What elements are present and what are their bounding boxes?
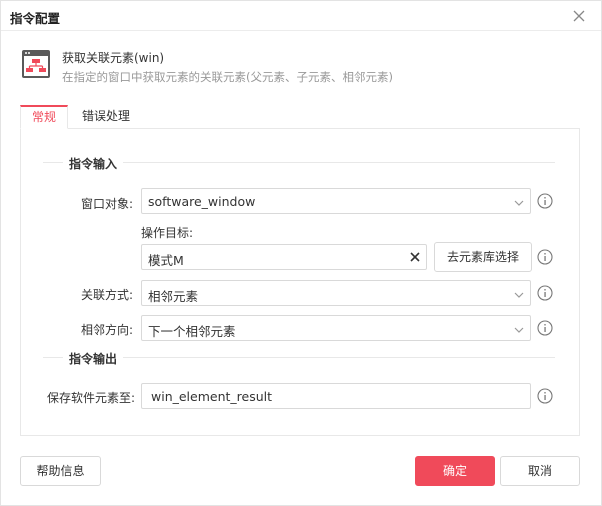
info-icon[interactable] [537,285,553,301]
instruction-config-dialog: 指令配置 获取关联元素(win) 在指定的窗口中获取元素的关联元素(父元素、子元… [0,0,602,506]
element-tree-icon [21,49,51,79]
save-to-input[interactable]: win_element_result [141,383,531,409]
section-title-output: 指令输出 [63,350,124,367]
relation-mode-value: 相邻元素 [148,289,199,304]
save-to-label: 保存软件元素至: [46,391,135,405]
tab-error-handling[interactable]: 错误处理 [76,105,136,129]
chevron-down-icon [514,289,524,299]
target-input[interactable]: 模式M [141,244,427,270]
target-value: 模式M [148,253,184,268]
info-icon[interactable] [537,193,553,209]
info-icon[interactable] [537,388,553,404]
clear-icon[interactable] [409,251,421,263]
sibling-direction-label: 相邻方向: [80,323,133,337]
chevron-down-icon [514,197,524,207]
sibling-direction-value: 下一个相邻元素 [148,324,236,339]
section-title-input: 指令输入 [63,155,124,172]
tab-general[interactable]: 常规 [20,105,68,129]
ok-button[interactable]: 确定 [415,456,495,486]
dialog-title: 指令配置 [10,11,61,26]
command-title: 获取关联元素(win) [62,51,165,65]
help-button[interactable]: 帮助信息 [20,456,101,486]
chevron-down-icon [514,324,524,334]
relation-mode-select[interactable]: 相邻元素 [141,280,531,306]
window-object-value: software_window [148,194,256,209]
command-description: 在指定的窗口中获取元素的关联元素(父元素、子元素、相邻元素) [62,70,393,84]
sibling-direction-select[interactable]: 下一个相邻元素 [141,315,531,341]
window-object-select[interactable]: software_window [141,188,531,214]
tab-panel-general: 指令输入 窗口对象: software_window 操作目标: 模式M 去元素… [20,128,580,436]
cancel-button[interactable]: 取消 [500,456,580,486]
window-object-label: 窗口对象: [80,197,133,211]
save-to-value: win_element_result [151,389,273,404]
element-library-button[interactable]: 去元素库选择 [434,242,532,272]
target-label: 操作目标: [141,226,194,240]
info-icon[interactable] [537,249,553,265]
info-icon[interactable] [537,320,553,336]
close-icon[interactable] [571,8,587,24]
relation-mode-label: 关联方式: [80,288,133,302]
dialog-titlebar: 指令配置 [1,1,601,31]
